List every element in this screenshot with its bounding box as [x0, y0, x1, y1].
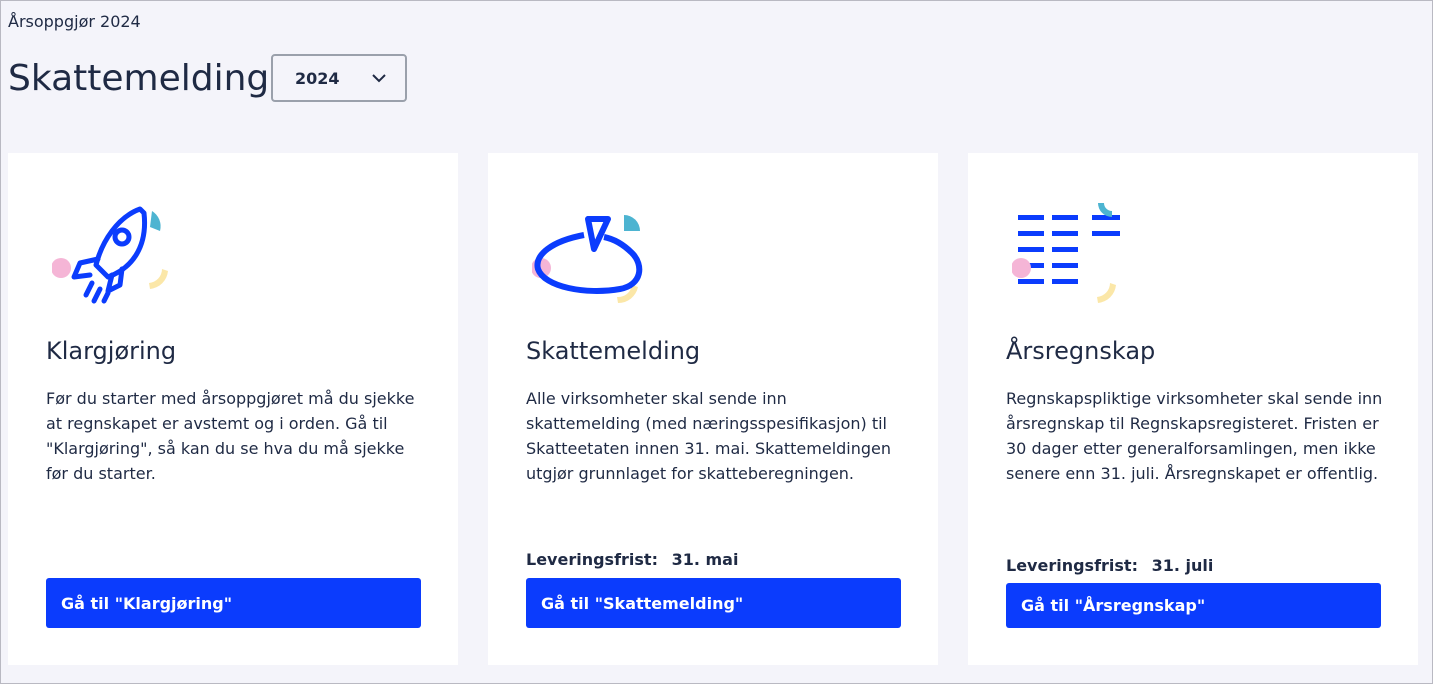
rocket-icon [52, 206, 168, 304]
ledger-lines-icon [1012, 203, 1120, 303]
card-title: Årsregnskap [1006, 337, 1156, 365]
deadline-value: 31. juli [1151, 556, 1214, 575]
deadline: Leveringsfrist: 31. juli [1006, 556, 1213, 575]
deadline-value: 31. mai [671, 550, 739, 569]
deadline: Leveringsfrist: 31. mai [526, 550, 738, 569]
card-title: Klargjøring [46, 337, 177, 365]
go-to-skattemelding-button[interactable]: Gå til "Skattemelding" [526, 578, 901, 628]
deadline-label: Leveringsfrist: [526, 550, 658, 569]
card-title: Skattemelding [526, 337, 701, 365]
card-skattemelding: Skattemelding Alle virksomheter skal sen… [488, 153, 938, 665]
card-arsregnskap: Årsregnskap Regnskapspliktige virksomhet… [968, 153, 1418, 665]
pie-chart-icon [532, 215, 643, 304]
go-to-klargjoring-button[interactable]: Gå til "Klargjøring" [46, 578, 421, 628]
card-description: Alle virksomheter skal sende inn skattem… [526, 389, 892, 483]
year-select[interactable]: 2024 [271, 54, 407, 102]
go-to-arsregnskap-button[interactable]: Gå til "Årsregnskap" [1006, 583, 1381, 628]
card-description: Før du starter med årsoppgjøret må du sj… [46, 389, 415, 483]
card-klargjoring: Klargjøring Før du starter med årsoppgjø… [8, 153, 458, 665]
card-description: Regnskapspliktige virksomheter skal send… [1006, 389, 1383, 483]
page-title: Skattemelding [8, 58, 270, 99]
year-select-value: 2024 [295, 68, 340, 88]
breadcrumb: Årsoppgjør 2024 [8, 12, 141, 31]
chevron-down-icon [372, 74, 386, 83]
deadline-label: Leveringsfrist: [1006, 556, 1138, 575]
